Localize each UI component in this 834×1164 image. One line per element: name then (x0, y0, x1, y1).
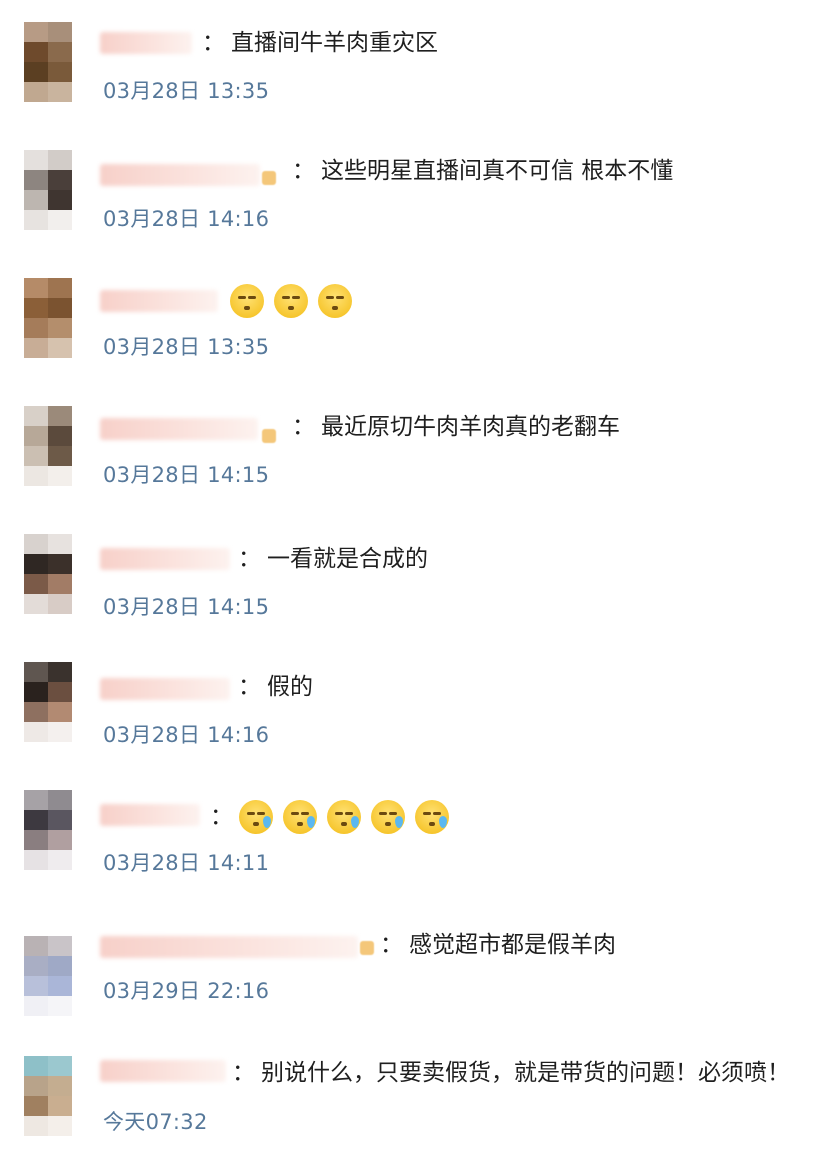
colon-separator: ： (202, 30, 225, 56)
comment-item: ：这些明星直播间真不可信 根本不懂 03月28日 14:16 (0, 140, 834, 268)
colon-separator: ： (292, 158, 315, 184)
colon-separator: ： (238, 674, 261, 700)
username-blurred[interactable] (100, 418, 258, 440)
comment-text: ：直播间牛羊肉重灾区 (202, 28, 438, 58)
username-blurred[interactable] (100, 804, 200, 826)
username-blurred[interactable] (100, 678, 230, 700)
comment-item: ：一看就是合成的 03月28日 14:15 (0, 524, 834, 652)
colon-separator: ： (232, 1060, 255, 1086)
comment-text: ： (210, 800, 459, 834)
timestamp: 03月28日 14:16 (103, 207, 270, 231)
timestamp: 03月28日 13:35 (103, 335, 270, 359)
comment-text: ：别说什么，只要卖假货，就是带货的问题！必须喷！ (232, 1058, 790, 1088)
comment-text-content: 一看就是合成的 (267, 546, 428, 572)
comment-text-content: 感觉超市都是假羊肉 (409, 932, 616, 958)
expressionless-face-icon (274, 284, 308, 318)
timestamp: 03月28日 14:11 (103, 851, 270, 875)
avatar[interactable] (0, 406, 96, 486)
user-badge-icon (262, 429, 276, 443)
avatar[interactable] (0, 534, 96, 614)
user-badge-icon (360, 941, 374, 955)
username-blurred[interactable] (100, 290, 218, 312)
comment-text: ：一看就是合成的 (238, 544, 428, 574)
sweat-face-icon (327, 800, 361, 834)
comment-item: ：别说什么，只要卖假货，就是带货的问题！必须喷！ 今天07:32 (0, 1036, 834, 1164)
user-badge-icon (262, 171, 276, 185)
comment-item: ：直播间牛羊肉重灾区 03月28日 13:35 (0, 12, 834, 140)
comment-text: ：假的 (238, 672, 313, 702)
timestamp: 03月28日 14:15 (103, 463, 270, 487)
username-blurred[interactable] (100, 1060, 226, 1082)
comment-text-content: 别说什么，只要卖假货，就是带货的问题！必须喷！ (261, 1060, 790, 1086)
comment-text-content: 假的 (267, 674, 313, 700)
avatar[interactable] (0, 936, 96, 1016)
colon-separator: ： (380, 932, 403, 958)
sweat-face-icon (283, 800, 317, 834)
expressionless-face-icon (230, 284, 264, 318)
timestamp: 今天07:32 (103, 1110, 208, 1134)
timestamp: 03月28日 14:16 (103, 723, 270, 747)
username-blurred[interactable] (100, 548, 230, 570)
timestamp: 03月28日 13:35 (103, 79, 270, 103)
username-blurred[interactable] (100, 936, 358, 958)
comment-item: ：最近原切牛肉羊肉真的老翻车 03月28日 14:15 (0, 396, 834, 524)
timestamp: 03月28日 14:15 (103, 595, 270, 619)
comment-item: ： 03月28日 14:11 (0, 780, 834, 908)
comment-text-content: 直播间牛羊肉重灾区 (231, 30, 438, 56)
comment-text (230, 284, 362, 318)
avatar[interactable] (0, 1056, 96, 1136)
avatar[interactable] (0, 278, 96, 358)
username-blurred[interactable] (100, 32, 192, 54)
comment-item: 03月28日 13:35 (0, 268, 834, 396)
colon-separator: ： (238, 546, 261, 572)
avatar[interactable] (0, 150, 96, 230)
comment-text: ：感觉超市都是假羊肉 (380, 930, 616, 960)
username-blurred[interactable] (100, 164, 260, 186)
sweat-face-icon (239, 800, 273, 834)
sweat-face-icon (415, 800, 449, 834)
sweat-face-icon (371, 800, 405, 834)
timestamp: 03月29日 22:16 (103, 979, 270, 1003)
comment-text-content: 最近原切牛肉羊肉真的老翻车 (321, 414, 620, 440)
comment-text-content: 这些明星直播间真不可信 根本不懂 (321, 158, 674, 184)
avatar[interactable] (0, 22, 96, 102)
comment-text: ：这些明星直播间真不可信 根本不懂 (292, 156, 673, 186)
colon-separator: ： (292, 414, 315, 440)
avatar[interactable] (0, 790, 96, 870)
comment-item: ：假的 03月28日 14:16 (0, 652, 834, 780)
colon-separator: ： (210, 803, 233, 830)
comment-item: ：感觉超市都是假羊肉 03月29日 22:16 (0, 908, 834, 1036)
expressionless-face-icon (318, 284, 352, 318)
avatar[interactable] (0, 662, 96, 742)
comment-text: ：最近原切牛肉羊肉真的老翻车 (292, 412, 620, 442)
